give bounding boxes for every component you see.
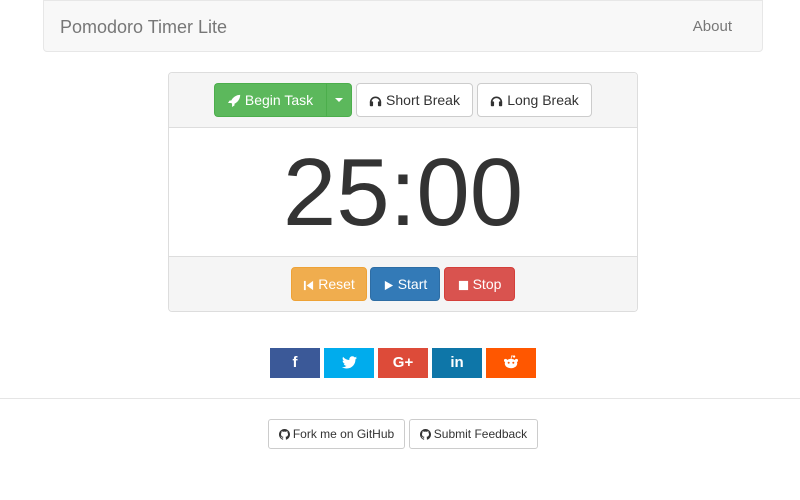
submit-feedback-button[interactable]: Submit Feedback [409,419,538,449]
timer-display: 25:00 [282,139,524,246]
play-icon [384,280,393,291]
begin-task-dropdown-toggle[interactable] [326,83,352,117]
twitter-share-button[interactable] [324,348,374,378]
timer-panel: Begin Task Short Break Long Break 25:00 [168,72,638,312]
footer-divider [0,398,800,399]
linkedin-share-button[interactable]: in [432,348,482,378]
headphones-icon [369,96,382,107]
facebook-icon: f [292,354,298,371]
reset-label: Reset [318,276,355,292]
long-break-button[interactable]: Long Break [477,83,592,117]
control-toolbar: Reset Start Stop [169,256,637,311]
step-backward-icon [304,280,314,291]
github-icon [278,429,290,440]
brand-title[interactable]: Pomodoro Timer Lite [60,17,227,38]
reddit-icon [504,355,518,369]
github-fork-button[interactable]: Fork me on GitHub [268,419,405,449]
facebook-share-button[interactable]: f [270,348,320,378]
googleplus-share-button[interactable]: G+ [378,348,428,378]
mode-toolbar: Begin Task Short Break Long Break [169,73,637,128]
headphones-icon [491,96,503,107]
stop-button[interactable]: Stop [444,267,515,301]
stop-label: Stop [472,276,502,292]
navbar: Pomodoro Timer Lite About [43,0,763,52]
reddit-share-button[interactable] [486,348,536,378]
twitter-icon [341,356,357,369]
linkedin-icon: in [450,354,464,371]
googleplus-icon: G+ [392,354,414,371]
start-label: Start [397,276,428,292]
nav-about-link[interactable]: About [693,18,732,35]
short-break-button[interactable]: Short Break [356,83,473,117]
github-fork-label: Fork me on GitHub [292,427,395,441]
rocket-icon [227,94,241,107]
github-icon [419,429,431,440]
reset-button[interactable]: Reset [291,267,367,301]
begin-task-label: Begin Task [244,92,314,108]
short-break-label: Short Break [386,92,460,108]
caret-down-icon [335,98,343,102]
begin-task-button[interactable]: Begin Task [214,83,327,117]
stop-icon [458,280,468,291]
submit-feedback-label: Submit Feedback [433,427,528,441]
long-break-label: Long Break [507,92,579,108]
start-button[interactable]: Start [370,267,440,301]
